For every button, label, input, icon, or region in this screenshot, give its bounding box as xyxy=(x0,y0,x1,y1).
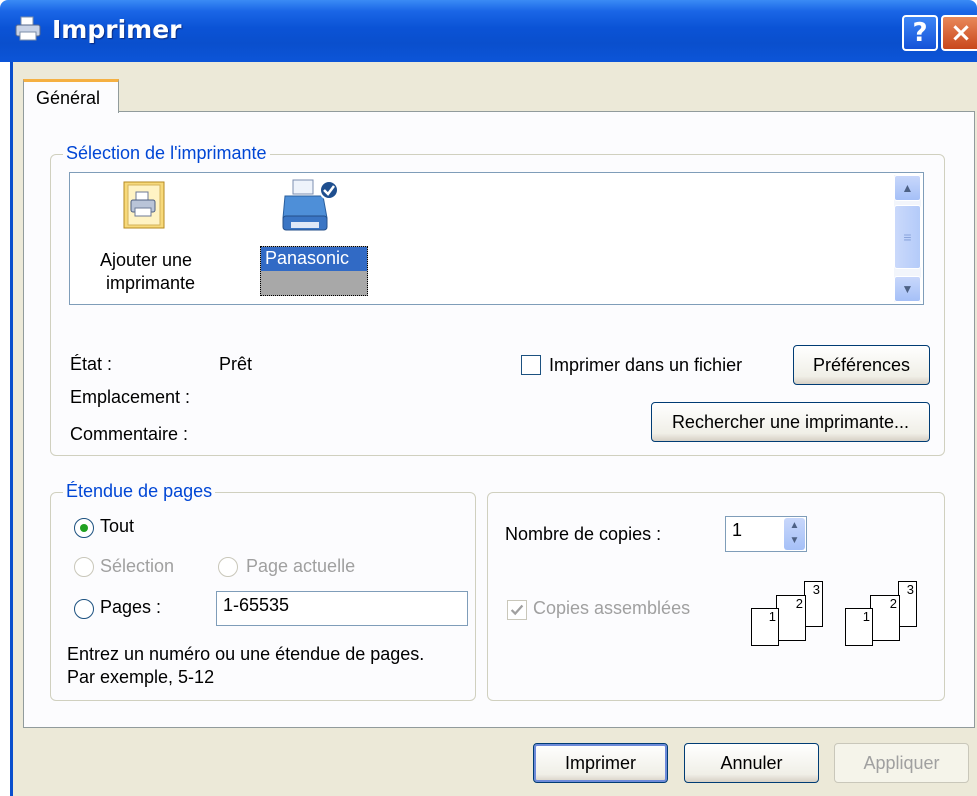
print-to-file-label[interactable]: Imprimer dans un fichier xyxy=(549,355,742,376)
sheet-3: 3 xyxy=(804,581,823,627)
find-printer-button[interactable]: Rechercher une imprimante... xyxy=(651,402,930,442)
collate-illustration-2: 3 2 1 xyxy=(840,576,920,646)
range-current-page-radio[interactable] xyxy=(218,557,238,577)
add-printer-label-line1: Ajouter une xyxy=(100,250,193,270)
collate-illustration-1: 3 2 1 xyxy=(746,576,826,646)
window-title: Imprimer xyxy=(52,15,182,44)
status-value: Prêt xyxy=(219,354,253,374)
sheet-2: 2 xyxy=(776,595,806,641)
apply-button[interactable]: Appliquer xyxy=(834,743,969,783)
preferences-button[interactable]: Préférences xyxy=(793,345,930,385)
range-all-label[interactable]: Tout xyxy=(100,516,134,537)
range-current-page-label[interactable]: Page actuelle xyxy=(246,556,355,577)
add-printer-label-line2: imprimante xyxy=(106,273,196,293)
sheet-3: 3 xyxy=(898,581,917,627)
scroll-down-button[interactable]: ▼ xyxy=(894,276,921,302)
pages-input[interactable]: 1-65535 xyxy=(216,591,468,626)
printer-selection-legend: Sélection de l'imprimante xyxy=(63,143,270,164)
page-range-legend: Étendue de pages xyxy=(63,481,216,502)
printer-list-scrollbar[interactable]: ▲ ≡ ▼ xyxy=(894,175,921,302)
printer-item-panasonic[interactable]: Panasonic xyxy=(257,178,369,298)
status-label: État : xyxy=(70,354,113,374)
copies-spinner[interactable]: ▲ ▼ xyxy=(784,518,805,550)
range-pages-radio[interactable] xyxy=(74,599,94,619)
help-button[interactable]: ? xyxy=(902,15,938,51)
comment-label: Commentaire : xyxy=(70,424,189,444)
range-pages-label[interactable]: Pages : xyxy=(100,597,161,618)
sheet-1: 1 xyxy=(845,608,873,646)
location-label: Emplacement : xyxy=(70,387,191,407)
panasonic-label: Panasonic xyxy=(265,248,350,268)
range-all-radio[interactable] xyxy=(74,518,94,538)
sheet-2: 2 xyxy=(870,595,900,641)
printer-item-add[interactable]: Ajouter une imprimante xyxy=(92,180,222,298)
sheet-1: 1 xyxy=(751,608,779,646)
print-to-file-checkbox[interactable] xyxy=(521,355,541,375)
range-selection-label[interactable]: Sélection xyxy=(100,556,174,577)
cancel-button[interactable]: Annuler xyxy=(684,743,819,783)
printer-icon xyxy=(15,16,41,41)
title-bar[interactable]: Imprimer ? × xyxy=(0,0,977,62)
checkmark-icon xyxy=(510,604,524,616)
printer-icon xyxy=(282,179,339,231)
collate-checkbox[interactable] xyxy=(507,600,527,620)
copies-count-label: Nombre de copies : xyxy=(505,524,662,544)
collate-label[interactable]: Copies assemblées xyxy=(533,598,690,619)
print-button[interactable]: Imprimer xyxy=(533,743,668,783)
range-hint-line2: Par exemple, 5-12 xyxy=(67,667,215,687)
range-hint-line1: Entrez un numéro ou une étendue de pages… xyxy=(67,644,425,664)
scroll-thumb[interactable]: ≡ xyxy=(894,205,921,269)
print-dialog: Imprimer ? × Général Sélection de l'impr… xyxy=(0,0,977,796)
add-printer-icon xyxy=(123,181,165,229)
tab-general[interactable]: Général xyxy=(23,79,119,113)
scroll-up-button[interactable]: ▲ xyxy=(894,175,921,201)
range-selection-radio[interactable] xyxy=(74,557,94,577)
close-button[interactable]: × xyxy=(941,15,977,51)
